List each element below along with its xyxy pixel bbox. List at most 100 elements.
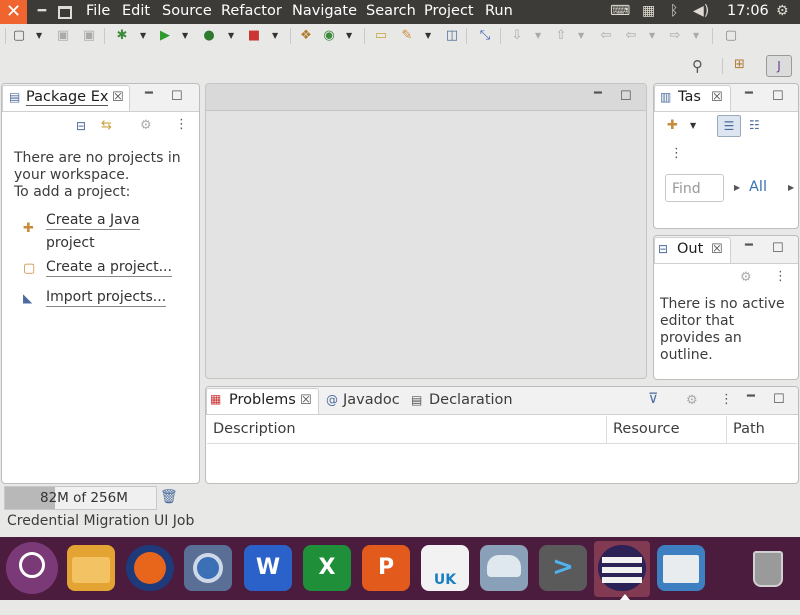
debug-icon[interactable]: ✱ (113, 27, 131, 45)
open-perspective-icon[interactable]: ⊞ (734, 57, 752, 75)
minimize-view-icon[interactable]: ━ (747, 389, 755, 404)
find-field[interactable]: Find (665, 174, 724, 202)
chevron-down-icon[interactable]: ▼ (693, 31, 699, 40)
column-divider[interactable] (726, 416, 727, 443)
maximize-view-icon[interactable]: ☐ (171, 89, 183, 104)
power-icon[interactable]: ⚙ (776, 3, 789, 19)
new-java-package-icon[interactable]: ❖ (297, 27, 315, 45)
save-icon[interactable]: ▣ (54, 27, 72, 45)
chevron-right-icon[interactable]: ▶ (734, 183, 740, 192)
all-filter-link[interactable]: All (749, 179, 767, 195)
view-menu-icon[interactable]: ⋮ (175, 117, 188, 132)
chromium-icon[interactable] (184, 545, 232, 591)
maximize-editor-icon[interactable]: ☐ (620, 89, 632, 104)
scheduled-icon[interactable]: ☷ (749, 118, 760, 132)
import-projects-link[interactable]: Import projects... (46, 289, 167, 307)
minimize-editor-icon[interactable]: ━ (594, 86, 602, 101)
firefox-icon[interactable] (126, 545, 174, 591)
chevron-down-icon[interactable]: ▼ (578, 31, 584, 40)
minimize-icon[interactable]: ━ (31, 0, 53, 24)
minimize-view-icon[interactable]: ━ (745, 86, 753, 101)
trash-icon[interactable]: 🗑 (160, 489, 178, 505)
menu-project[interactable]: Project (424, 3, 474, 19)
run-icon[interactable]: ▶ (156, 27, 174, 45)
eclipse-icon[interactable] (598, 545, 646, 591)
chevron-down-icon[interactable]: ▼ (182, 31, 188, 40)
next-annotation-icon[interactable]: ⇩ (508, 27, 526, 45)
view-menu-icon[interactable]: ⋮ (774, 269, 787, 284)
java-perspective-icon[interactable]: J (766, 55, 792, 77)
open-type-icon[interactable]: ▭ (372, 27, 390, 45)
run-coverage-icon[interactable]: ● (200, 27, 218, 45)
menu-source[interactable]: Source (162, 3, 212, 19)
new-java-class-icon[interactable]: ◉ (320, 27, 338, 45)
calendar-icon[interactable]: ▦ (642, 3, 655, 19)
trash-icon[interactable] (744, 545, 792, 591)
tab-tasks-label[interactable]: Tas (678, 89, 701, 105)
chevron-down-icon[interactable]: ▼ (649, 31, 655, 40)
impress-icon[interactable]: P (362, 545, 410, 591)
close-tab-icon[interactable]: ☒ (711, 90, 723, 105)
calc-icon[interactable]: X (303, 545, 351, 591)
chevron-down-icon[interactable]: ▼ (36, 31, 42, 40)
chevron-down-icon[interactable]: ▼ (272, 31, 278, 40)
save-all-icon[interactable]: ▣ (80, 27, 98, 45)
clock[interactable]: 17:06 (727, 3, 769, 19)
open-task-icon[interactable]: ◫ (443, 27, 461, 45)
link-with-editor-icon[interactable]: ⇆ (101, 118, 112, 133)
chevron-down-icon[interactable]: ▼ (228, 31, 234, 40)
menu-search[interactable]: Search (366, 3, 416, 19)
menu-refactor[interactable]: Refactor (221, 3, 282, 19)
maximize-icon[interactable] (54, 0, 76, 24)
pin-editor-icon[interactable]: ▢ (722, 27, 740, 45)
remmina-icon[interactable] (480, 545, 528, 591)
files-icon[interactable] (67, 545, 115, 591)
menu-file[interactable]: File (86, 3, 110, 19)
keyboard-icon[interactable]: ⌨ (610, 3, 630, 19)
chevron-down-icon[interactable]: ▼ (535, 31, 541, 40)
tab-problems-label[interactable]: Problems (229, 392, 296, 408)
chevron-down-icon[interactable]: ▼ (425, 31, 431, 40)
filter-icon[interactable]: ⚙ (140, 118, 152, 133)
maximize-view-icon[interactable]: ☐ (772, 89, 784, 104)
back-icon[interactable]: ⇦ (622, 27, 640, 45)
bluetooth-icon[interactable]: ᛒ (670, 3, 678, 19)
minimize-view-icon[interactable]: ━ (145, 86, 153, 101)
toggle-mark-occurrences-icon[interactable]: ⤡ (476, 27, 494, 45)
last-edit-location-icon[interactable]: ⇦ (597, 27, 615, 45)
volume-icon[interactable]: ◀) (693, 3, 709, 19)
column-description[interactable]: Description (213, 421, 296, 437)
close-tab-icon[interactable]: ☒ (112, 90, 124, 105)
view-menu-icon[interactable]: ⋮ (670, 146, 683, 161)
pencil-icon[interactable]: ✎ (398, 27, 416, 45)
filter-icon[interactable]: ⚙ (740, 270, 752, 285)
minimize-view-icon[interactable]: ━ (745, 238, 753, 253)
menu-navigate[interactable]: Navigate (292, 3, 357, 19)
tab-outline-label[interactable]: Out (677, 241, 703, 257)
close-tab-icon[interactable]: ☒ (300, 393, 312, 408)
software-center-icon[interactable]: UK (421, 545, 469, 591)
create-project-link[interactable]: Create a project... (46, 259, 172, 277)
filter-icon[interactable]: ⊽ (648, 391, 658, 407)
menu-run[interactable]: Run (485, 3, 513, 19)
forward-icon[interactable]: ⇨ (666, 27, 684, 45)
configure-icon[interactable]: ⚙ (686, 393, 698, 408)
chevron-down-icon[interactable]: ▼ (346, 31, 352, 40)
new-task-icon[interactable]: ✚ (667, 118, 678, 133)
view-menu-icon[interactable]: ⋮ (720, 392, 733, 407)
column-path[interactable]: Path (733, 421, 765, 437)
column-divider[interactable] (606, 416, 607, 443)
tab-declaration[interactable]: Declaration (429, 392, 513, 408)
chevron-right-icon[interactable]: ▶ (788, 183, 794, 192)
collapse-all-icon[interactable]: ⊟ (76, 119, 86, 133)
column-resource[interactable]: Resource (613, 421, 680, 437)
writer-icon[interactable]: W (244, 545, 292, 591)
categorized-icon[interactable]: ☰ (717, 115, 741, 137)
chevron-down-icon[interactable]: ▼ (140, 31, 146, 40)
chevron-down-icon[interactable]: ▼ (690, 121, 696, 130)
search-icon[interactable]: ⚲ (692, 57, 703, 75)
tab-package-explorer-label[interactable]: Package Ex (26, 89, 109, 106)
maximize-view-icon[interactable]: ☐ (773, 392, 785, 407)
ubuntu-logo-icon[interactable] (6, 542, 58, 594)
workspace-switcher-icon[interactable] (657, 545, 705, 591)
